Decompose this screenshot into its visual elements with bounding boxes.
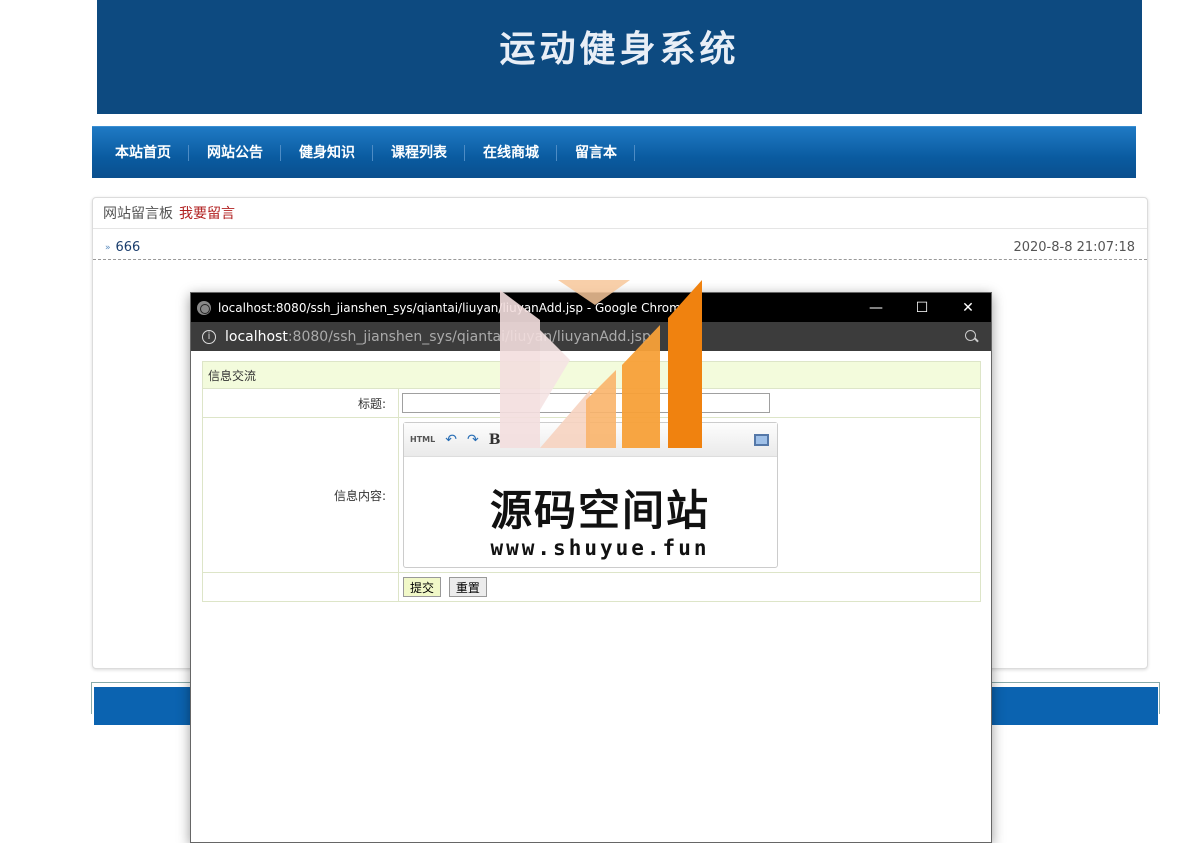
zoom-icon[interactable] [964,329,980,345]
nav-item-home[interactable]: 本站首页 [106,144,189,161]
form-header: 信息交流 [202,361,981,389]
panel-header: 网站留言板 我要留言 [93,198,1147,229]
url-host: localhost [225,328,288,345]
nav-item-guestbook[interactable]: 留言本 [566,144,635,161]
redo-icon[interactable]: ↷ [467,432,479,448]
reset-button[interactable]: 重置 [448,577,487,597]
site-title: 运动健身系统 [499,28,740,70]
html-source-icon[interactable]: HTML [410,435,435,444]
page: 运动健身系统 本站首页 网站公告 健身知识 课程列表 在线商城 留言本 网站留言… [0,0,1203,843]
address-bar[interactable]: i localhost :8080/ssh_jianshen_sys/qiant… [191,322,991,351]
close-button[interactable]: ✕ [945,300,991,316]
site-banner: 运动健身系统 [97,0,1142,114]
minimize-button[interactable]: — [853,300,899,316]
list-item: » 666 2020-8-8 21:07:18 [93,236,1147,260]
bullet-icon: » [105,242,111,253]
undo-icon[interactable]: ↶ [445,432,457,448]
main-nav: 本站首页 网站公告 健身知识 课程列表 在线商城 留言本 [92,126,1136,178]
title-input[interactable] [402,393,770,413]
message-title-link[interactable]: 666 [116,240,141,255]
window-title: localhost:8080/ssh_jianshen_sys/qiantai/… [218,300,689,315]
globe-icon [197,300,211,315]
message-date: 2020-8-8 21:07:18 [1013,240,1135,255]
nav-item-courses[interactable]: 课程列表 [382,144,465,161]
nav-item-announcements[interactable]: 网站公告 [198,144,281,161]
bold-icon[interactable]: B [489,432,501,448]
popup-window: localhost:8080/ssh_jianshen_sys/qiantai/… [190,292,992,843]
message-form: 信息交流 标题: 信息内容: HTML ↶ ↷ B 提交 重置 [202,361,981,602]
maximize-button[interactable]: ☐ [899,300,945,316]
window-titlebar: localhost:8080/ssh_jianshen_sys/qiantai/… [191,293,991,322]
content-label: 信息内容: [202,417,399,573]
title-label: 标题: [202,388,399,418]
nav-item-shop[interactable]: 在线商城 [474,144,557,161]
nav-item-fitness-knowledge[interactable]: 健身知识 [290,144,373,161]
url-path: :8080/ssh_jianshen_sys/qiantai/liuyan/li… [287,328,651,345]
panel-title: 网站留言板 [103,206,173,222]
submit-button[interactable]: 提交 [403,577,442,597]
editor-toolbar: HTML ↶ ↷ B [404,423,777,457]
fullscreen-icon[interactable] [754,433,769,446]
rich-text-editor[interactable]: HTML ↶ ↷ B [403,422,778,568]
info-icon[interactable]: i [202,329,216,344]
post-message-link[interactable]: 我要留言 [179,203,235,223]
